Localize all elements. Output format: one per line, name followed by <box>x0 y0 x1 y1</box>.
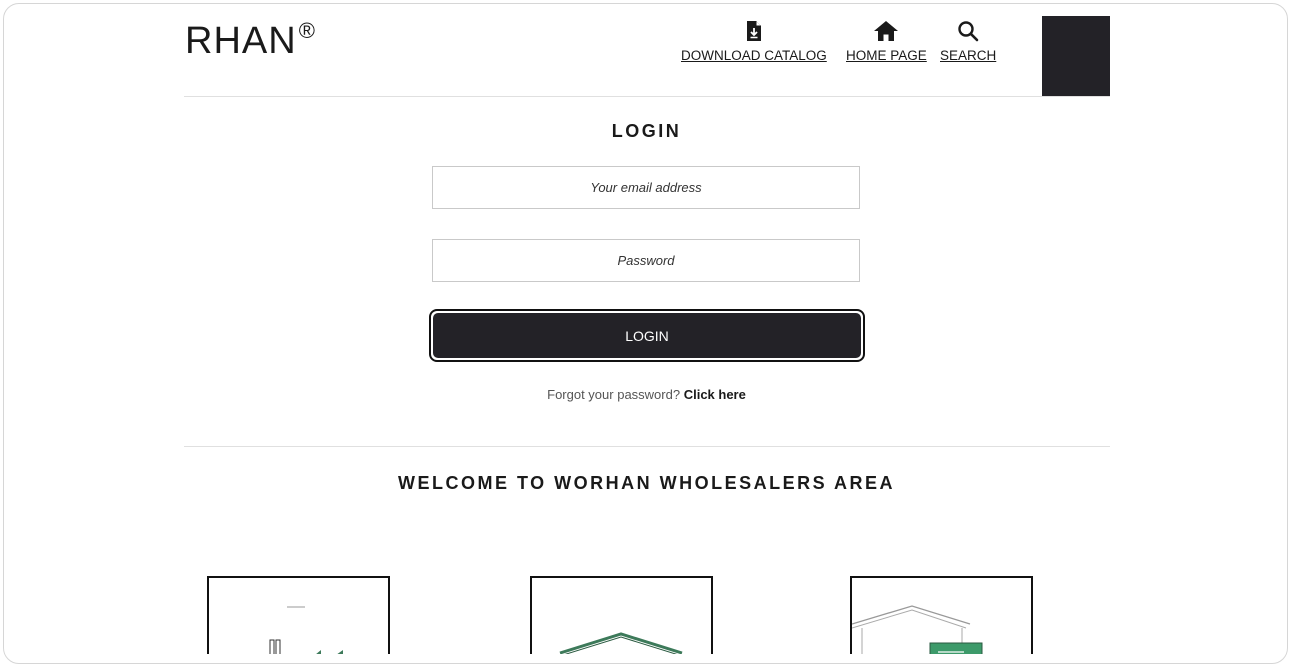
home-icon <box>873 16 899 42</box>
search-icon <box>957 16 979 42</box>
forgot-password: Forgot your password? Click here <box>4 387 1287 402</box>
area-card-1[interactable] <box>207 576 390 654</box>
page-viewport: RHAN® DOWNLOAD CATALOG HOME PAGE SEARCH … <box>4 4 1287 654</box>
nav-home-page-label: HOME PAGE <box>846 48 927 63</box>
menu-panel[interactable] <box>1042 16 1110 96</box>
shelving-illustration <box>269 606 343 654</box>
download-file-icon <box>746 16 762 42</box>
nav-download-catalog[interactable]: DOWNLOAD CATALOG <box>681 16 827 63</box>
forgot-password-link[interactable]: Click here <box>684 387 746 402</box>
login-title: LOGIN <box>611 121 682 141</box>
email-field[interactable]: Your email address <box>432 166 860 209</box>
nav-search[interactable]: SEARCH <box>940 16 996 63</box>
nav-search-label: SEARCH <box>940 48 997 63</box>
password-placeholder: Password <box>617 253 675 268</box>
house-illustration <box>852 605 983 654</box>
section-divider <box>184 446 1110 447</box>
password-field[interactable]: Password <box>432 239 860 282</box>
welcome-title: WELCOME TO WORHAN WHOLESALERS AREA <box>398 473 895 493</box>
roof-illustration <box>559 632 683 654</box>
login-button[interactable]: LOGIN <box>429 309 865 362</box>
logo[interactable]: RHAN® <box>185 20 316 62</box>
logo-text: RHAN <box>185 20 297 62</box>
area-card-3[interactable] <box>850 576 1033 654</box>
email-placeholder: Your email address <box>590 180 702 195</box>
login-button-label: LOGIN <box>433 313 861 358</box>
forgot-password-text: Forgot your password? <box>547 387 681 402</box>
nav-home-page[interactable]: HOME PAGE <box>846 16 927 63</box>
logo-registered-mark: ® <box>298 18 316 43</box>
area-card-2[interactable] <box>530 576 713 654</box>
header-divider <box>184 96 1110 97</box>
browser-frame: RHAN® DOWNLOAD CATALOG HOME PAGE SEARCH … <box>3 3 1288 664</box>
nav-download-catalog-label: DOWNLOAD CATALOG <box>681 48 827 63</box>
